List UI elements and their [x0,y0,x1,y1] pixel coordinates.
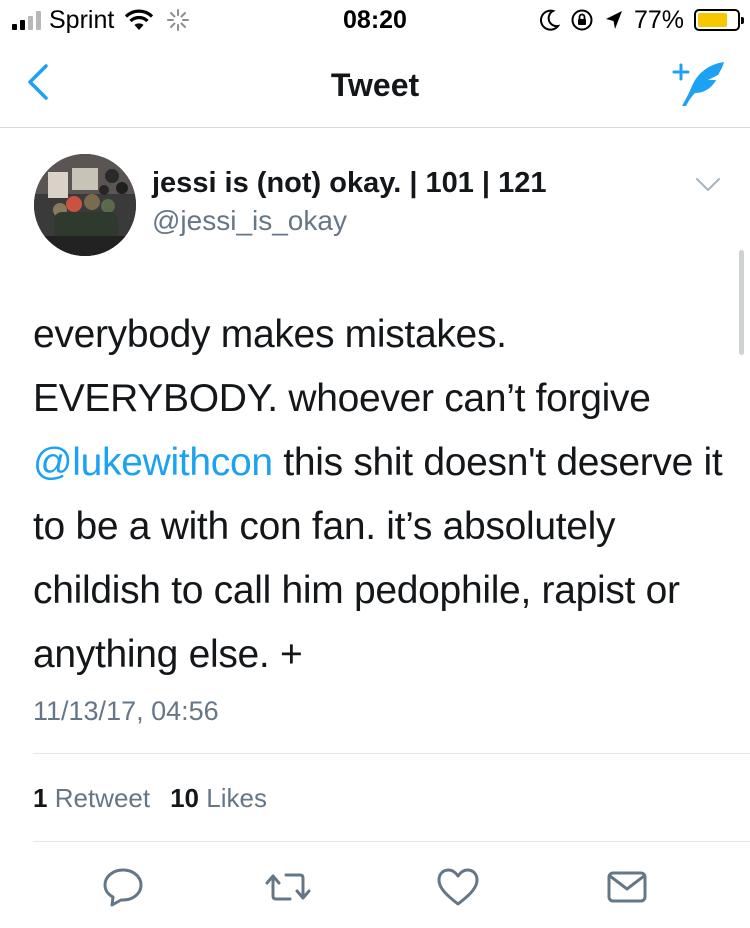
tweet-text: everybody makes mistakes. EVERYBODY. who… [33,303,733,687]
rotation-lock-icon [571,9,593,31]
author-display-name[interactable]: jessi is (not) okay. | 101 | 121 [152,167,547,200]
tweet-stats: 1 Retweet 10 Likes [33,783,267,814]
direct-message-icon[interactable] [602,862,652,912]
page-title: Tweet [330,67,420,103]
like-count: 10 [170,783,200,813]
battery-level-fill [698,13,728,27]
likes-stat[interactable]: 10 Likes [170,783,267,814]
status-bar: Sprint 08:20 77% [0,0,750,40]
like-label: Likes [206,783,267,813]
retweet-label: Retweet [54,783,151,813]
author-handle[interactable]: @jessi_is_okay [152,205,347,237]
like-icon[interactable] [433,862,483,912]
tweet-text-part: everybody makes mistakes. EVERYBODY. who… [33,313,651,420]
navigation-bar: Tweet [0,40,750,128]
compose-tweet-icon[interactable] [668,58,728,108]
mention-link[interactable]: @lukewithcon [33,441,273,484]
retweets-stat[interactable]: 1 Retweet [33,783,150,814]
reply-icon[interactable] [98,862,148,912]
tweet-actions [0,862,750,912]
divider [33,841,750,842]
battery-percent: 77% [633,5,684,34]
tweet-timestamp: 11/13/17, 04:56 [33,696,219,726]
location-arrow-icon [605,11,622,29]
battery-icon [694,9,744,31]
status-right: 77% [539,5,744,34]
chevron-down-icon[interactable] [694,176,722,194]
do-not-disturb-moon-icon [539,9,560,31]
scroll-indicator[interactable] [739,250,744,355]
retweet-count: 1 [33,783,48,813]
avatar-photo [34,154,136,256]
retweet-icon[interactable] [263,862,313,912]
avatar[interactable] [34,154,136,256]
divider [33,753,750,754]
